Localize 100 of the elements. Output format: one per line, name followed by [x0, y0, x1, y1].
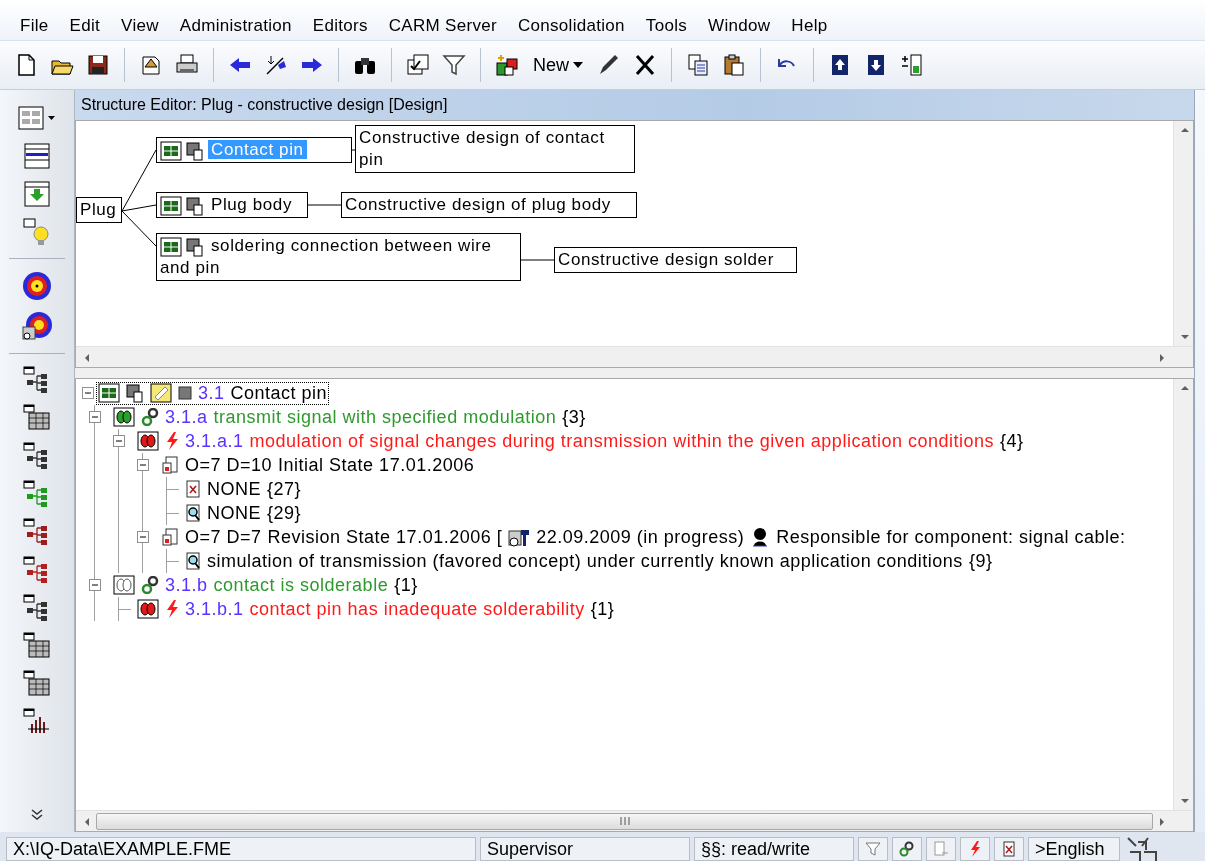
language-field[interactable]: >English	[1028, 837, 1120, 861]
item-number: 3.1	[198, 382, 225, 404]
document-icon	[126, 383, 144, 403]
note-icon	[150, 383, 172, 403]
item-text[interactable]: transmit signal with specified modulation	[213, 406, 557, 428]
rating-label: O=7 D=10	[185, 454, 273, 476]
menu-item[interactable]: Consolidation	[517, 16, 625, 36]
square-icon	[178, 386, 192, 400]
vertical-scrollbar[interactable]	[1173, 379, 1193, 810]
target-calculator-icon[interactable]	[22, 311, 52, 341]
crossed-document-icon	[1002, 840, 1016, 858]
split-arrow-icon[interactable]	[264, 53, 288, 77]
calendar-wrench-icon	[508, 527, 531, 547]
print-preview-icon[interactable]	[139, 53, 163, 77]
item-number: 3.1.b.1	[185, 598, 244, 620]
layout-grid-icon[interactable]	[17, 104, 57, 132]
user-field: Supervisor	[480, 837, 690, 861]
new-element-icon[interactable]	[495, 53, 519, 77]
filter-icon	[865, 841, 881, 857]
horizontal-scrollbar[interactable]	[76, 346, 1193, 367]
new-dropdown-button[interactable]: New	[531, 52, 585, 78]
connector-line	[520, 259, 555, 261]
item-number: 3.1.b	[165, 574, 208, 596]
count-label: {4}	[999, 430, 1024, 452]
menu-item[interactable]: CARM Server	[388, 16, 497, 36]
lightning-icon	[969, 840, 981, 858]
menu-item[interactable]: Edit	[69, 16, 101, 36]
collapse-toggle-icon[interactable]	[89, 411, 101, 423]
item-text[interactable]: contact is solderable	[213, 574, 389, 596]
menu-item[interactable]: Window	[708, 16, 771, 36]
chain-link-icon	[899, 841, 915, 857]
crossed-document-icon	[185, 479, 201, 499]
scroll-right-arrow-icon[interactable]	[1157, 352, 1167, 362]
document-icon	[186, 140, 204, 161]
pencil-icon[interactable]	[597, 53, 621, 77]
menu-item[interactable]: Editors	[312, 16, 368, 36]
connector-line	[307, 204, 342, 206]
item-text[interactable]: NONE	[207, 478, 261, 500]
double-chevron-down-icon[interactable]	[30, 808, 44, 822]
lightning-icon	[165, 599, 179, 619]
count-label: {9}	[968, 550, 993, 572]
menu-item[interactable]: Administration	[179, 16, 292, 36]
responsible-text: Responsible for component: signal cable:	[776, 526, 1126, 548]
chain-link-icon	[141, 408, 159, 426]
function-node[interactable]: Constructive design solder	[554, 247, 797, 273]
element-box-icon	[160, 195, 182, 216]
element-box-icon	[98, 383, 120, 403]
table-window-icon[interactable]	[23, 670, 51, 698]
failure-pair-icon	[137, 431, 159, 451]
deadline-text: 22.09.2009 (in progress)	[536, 526, 745, 548]
clipboard-icon	[161, 527, 179, 547]
target-icon[interactable]	[22, 271, 52, 301]
filter-icon[interactable]	[442, 53, 466, 77]
plus-minus-icon[interactable]	[900, 53, 924, 77]
menu-item[interactable]: Tools	[645, 16, 688, 36]
document-icon	[186, 195, 204, 216]
item-text[interactable]: simulation of transmission (favored concept) under currently known application conditions	[207, 550, 963, 572]
file-path-field: X:\IQ-Data\EXAMPLE.FME	[6, 837, 476, 861]
magnifier-document-icon	[185, 503, 201, 523]
horizontal-scrollbar[interactable]	[76, 810, 1193, 831]
item-number: 3.1.a.1	[185, 430, 244, 452]
scroll-right-arrow-icon[interactable]	[1157, 816, 1167, 826]
magnifier-document-icon	[185, 551, 201, 571]
bar-chart-icon[interactable]	[23, 708, 51, 736]
vertical-scrollbar[interactable]	[1173, 121, 1193, 346]
structure-node[interactable]: soldering connection between wire and pin	[156, 233, 521, 281]
function-node[interactable]: Constructive design of contact pin	[355, 125, 635, 173]
item-text[interactable]: NONE	[207, 502, 261, 524]
checklist-icon[interactable]	[406, 53, 430, 77]
structure-node[interactable]: Plug	[76, 197, 122, 223]
item-text[interactable]: modulation of signal changes during transmission within the given application conditions	[249, 430, 994, 452]
count-label: {27}	[267, 478, 302, 500]
list-window-icon[interactable]	[23, 142, 51, 170]
item-text[interactable]: Initial State 17.01.2006	[278, 454, 475, 476]
collapse-toggle-icon[interactable]	[89, 579, 101, 591]
collapse-toggle-icon[interactable]	[137, 459, 149, 471]
import-window-icon[interactable]	[23, 180, 51, 208]
access-field: §§: read/write	[694, 837, 854, 861]
copy-icon[interactable]	[686, 53, 710, 77]
function-node[interactable]: Constructive design of plug body	[341, 192, 637, 218]
collapse-toggle-icon[interactable]	[137, 531, 149, 543]
paste-icon[interactable]	[722, 53, 746, 77]
clipboard-icon	[161, 455, 179, 475]
item-text[interactable]: contact pin has inadequate solderability	[249, 598, 585, 620]
document-icon	[186, 236, 204, 257]
delete-x-icon[interactable]	[633, 53, 657, 77]
collapse-toggle-icon[interactable]	[82, 387, 94, 399]
menu-item[interactable]: View	[121, 16, 159, 36]
lightning-icon	[165, 431, 179, 451]
scrollbar-thumb[interactable]	[96, 812, 1153, 830]
menu-item[interactable]: File	[20, 16, 49, 36]
lightbulb-icon[interactable]	[23, 218, 51, 246]
item-number: 3.1.a	[165, 406, 208, 428]
collapse-toggle-icon[interactable]	[113, 435, 125, 447]
structure-node[interactable]: Plug body	[156, 192, 308, 218]
menu-item[interactable]: Help	[791, 16, 828, 36]
table-window-icon[interactable]	[23, 404, 51, 432]
table-window-icon[interactable]	[23, 632, 51, 660]
item-text[interactable]: Revision State 17.01.2006 [	[267, 526, 503, 548]
item-text[interactable]: Contact pin	[230, 382, 328, 404]
